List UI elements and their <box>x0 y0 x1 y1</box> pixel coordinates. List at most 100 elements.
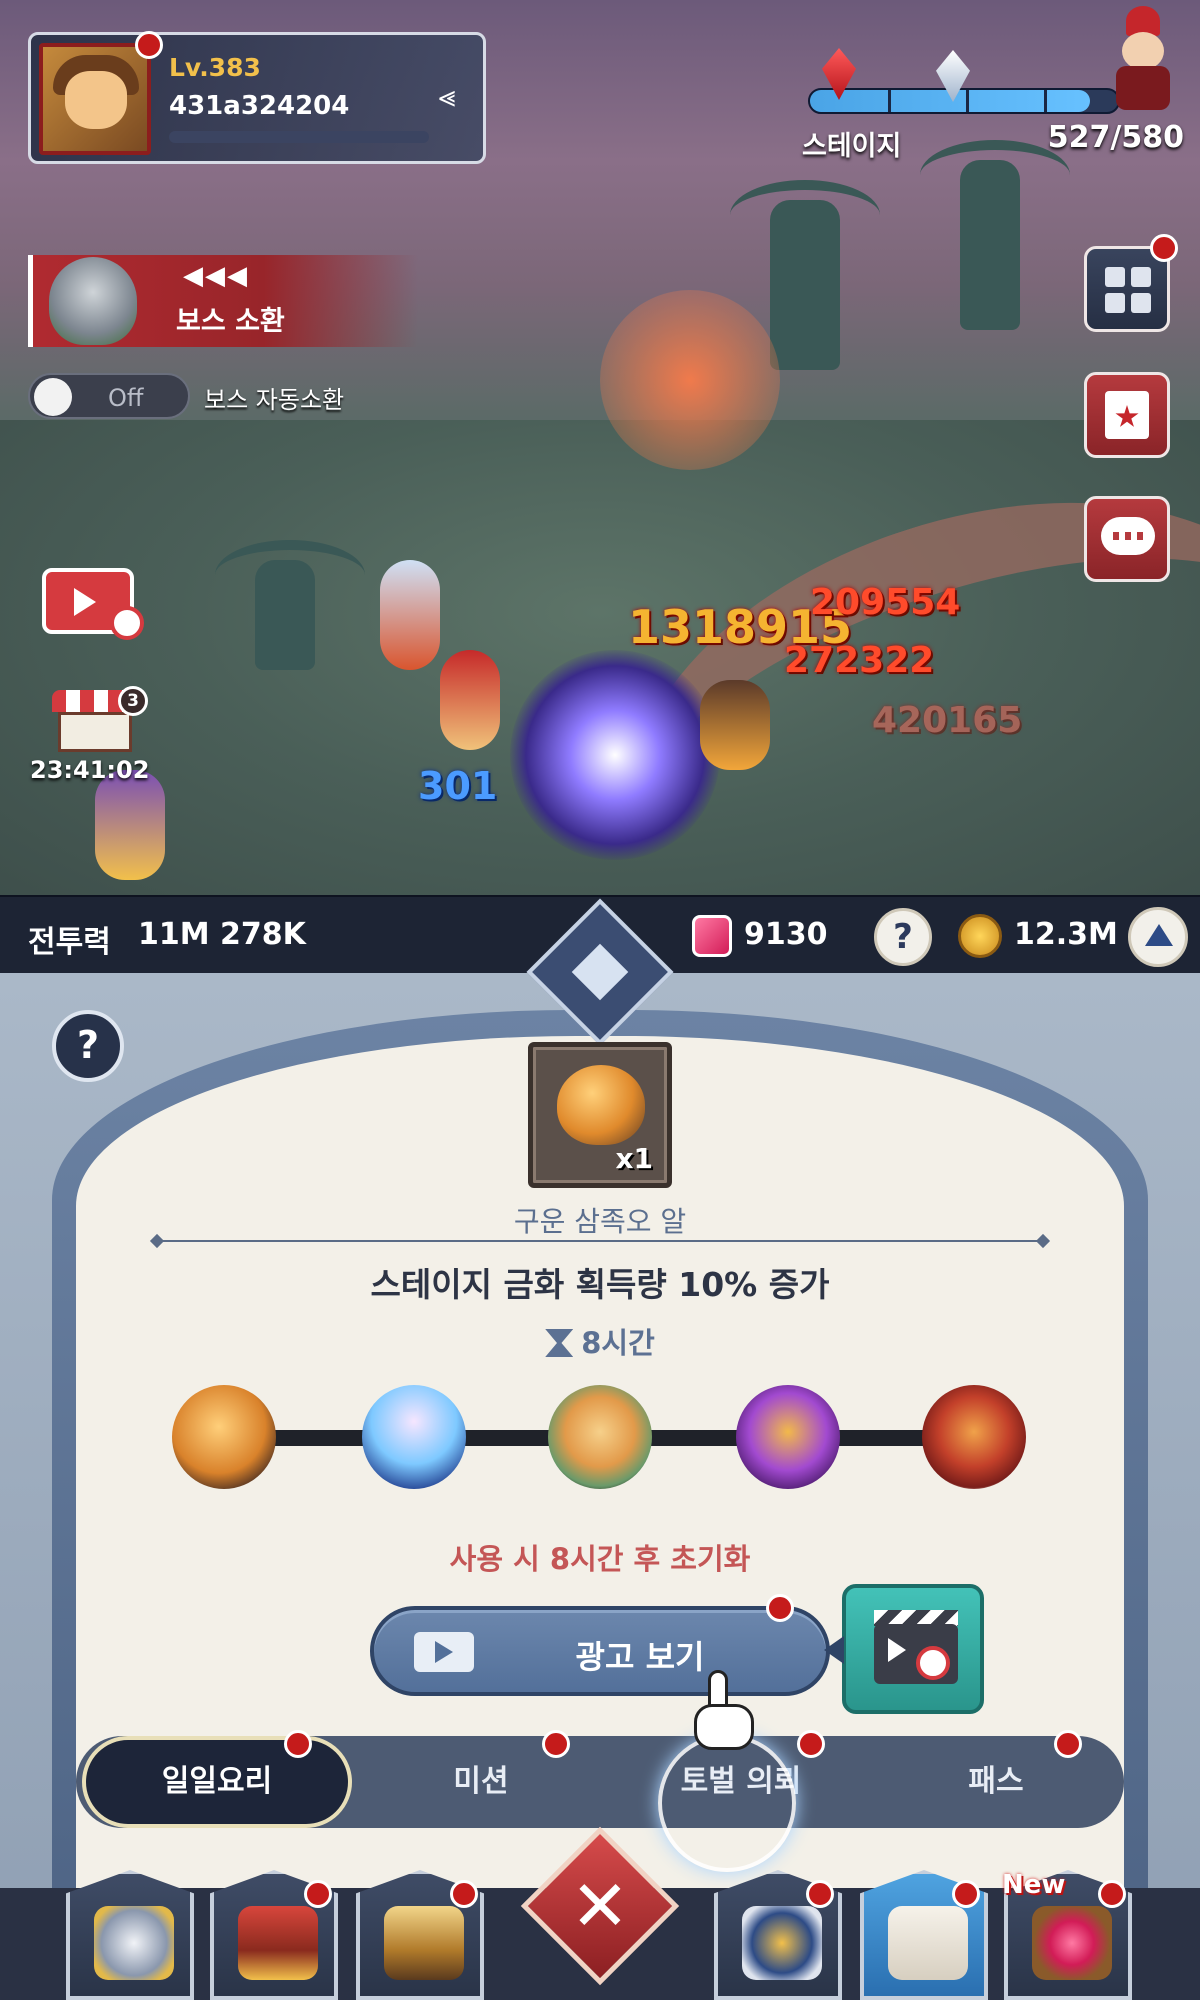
roasted-egg-icon[interactable] <box>172 1385 276 1489</box>
close-icon: ✕ <box>570 1865 630 1947</box>
chat-dots <box>1113 532 1143 540</box>
gold-count: 12.3M <box>1014 917 1118 952</box>
dead-tree <box>730 180 880 370</box>
grid-square <box>1105 293 1125 313</box>
roasted-egg-icon <box>557 1065 645 1145</box>
enemy-character <box>700 680 770 770</box>
gem-icon <box>692 915 732 957</box>
soup-icon[interactable] <box>548 1385 652 1489</box>
duration-text: 8시간 <box>581 1326 655 1360</box>
pointing-hand-icon <box>688 1670 758 1760</box>
collapse-arrows-icon[interactable]: ⪡ <box>425 79 469 115</box>
dead-tree <box>920 140 1070 330</box>
notification-dot <box>1054 1730 1082 1758</box>
gem-count: 9130 <box>744 917 828 952</box>
notification-dot <box>304 1880 332 1908</box>
gold-coin-icon <box>958 914 1002 958</box>
play-icon <box>888 1638 906 1662</box>
boss-auto-summon-toggle[interactable]: Off <box>28 373 190 419</box>
stage-segment-divider <box>1044 90 1047 112</box>
panel-help-button[interactable]: ? <box>52 1010 124 1082</box>
combat-power-value: 11M 278K <box>138 917 306 952</box>
watch-ad-button[interactable]: 광고 보기 <box>370 1606 830 1696</box>
fire-burst-effect <box>600 290 780 470</box>
panel-tabs: 일일요리 미션 토벌 의뢰 패스 <box>76 1736 1124 1828</box>
grid-square <box>1105 267 1125 287</box>
dish-effect: 스테이지 금화 획득량 10% 증가 <box>370 1265 830 1304</box>
damage-number: 272322 <box>784 640 935 681</box>
gem-chest-icon <box>1032 1906 1112 1980</box>
ad-free-toggle-button[interactable] <box>42 568 144 640</box>
boss-skull-icon <box>49 257 137 345</box>
damage-number: 209554 <box>810 582 961 623</box>
tab-daily-cooking[interactable]: 일일요리 <box>82 1736 352 1828</box>
quest-scroll-icon <box>888 1906 968 1980</box>
boss-summon-button[interactable]: ◀◀◀ 보스 소환 <box>28 255 418 347</box>
treasure-chest-icon <box>238 1906 318 1980</box>
boss-auto-summon-label: 보스 자동소환 <box>204 386 345 414</box>
selected-dish-slot[interactable]: x1 <box>528 1042 672 1188</box>
dark-slash-effect <box>510 650 720 860</box>
boss-avatar-icon <box>1112 6 1174 110</box>
shaved-ice-icon[interactable] <box>362 1385 466 1489</box>
toggle-knob <box>34 378 72 416</box>
stage-segment-divider <box>888 90 891 112</box>
play-icon <box>74 588 96 616</box>
shop-building-icon <box>58 712 132 752</box>
dish-quantity: x1 <box>615 1142 653 1175</box>
notification-dot <box>135 31 163 59</box>
grid-square <box>1131 293 1151 313</box>
boss-summon-label: 보스 소환 <box>176 306 285 337</box>
armor-icon <box>94 1906 174 1980</box>
hourglass-icon <box>545 1329 574 1357</box>
stage-progress-text: 527/580 <box>1047 120 1184 155</box>
notification-dot <box>952 1880 980 1908</box>
spellbook-icon <box>384 1906 464 1980</box>
avatar[interactable] <box>39 43 151 155</box>
combat-power-label: 전투력 <box>28 925 111 960</box>
help-button[interactable]: ? <box>874 908 932 966</box>
new-badge: New <box>1002 1870 1066 1900</box>
notification-dot <box>542 1730 570 1758</box>
meat-dish-icon[interactable] <box>922 1385 1026 1489</box>
notification-dot <box>284 1730 312 1758</box>
play-video-icon <box>414 1632 474 1672</box>
nav-equipment-button[interactable] <box>66 1870 194 2000</box>
player-level: Lv.383 <box>169 53 261 82</box>
xp-bar <box>169 131 429 143</box>
expand-panel-button[interactable] <box>1128 907 1188 967</box>
section-divider <box>156 1240 1044 1242</box>
hero-character <box>440 650 500 750</box>
dish-duration: 8시간 <box>0 1320 1200 1362</box>
shop-count-badge: 3 <box>118 686 148 716</box>
dead-tree <box>215 540 365 670</box>
boss-arrows-icon: ◀◀◀ <box>183 261 249 291</box>
player-id: 431a324204 <box>169 91 350 121</box>
clapperboard-icon <box>874 1624 958 1684</box>
no-ads-icon <box>916 1646 950 1680</box>
guild-crest-icon <box>742 1906 822 1980</box>
notification-dot <box>797 1730 825 1758</box>
stage-progress-bar <box>808 88 1120 114</box>
event-calendar-button[interactable] <box>1084 372 1170 458</box>
stage-segment-divider <box>966 90 969 112</box>
toggle-state: Off <box>108 384 144 412</box>
hero-character <box>380 560 440 670</box>
shop-timer: 23:41:02 <box>30 756 150 784</box>
stage-label: 스테이지 <box>802 131 902 162</box>
notification-dot <box>806 1880 834 1908</box>
grid-square <box>1131 267 1151 287</box>
notification-dot <box>766 1594 794 1622</box>
profile-card[interactable]: Lv.383 431a324204 ⪡ <box>28 31 486 164</box>
ad-pass-button[interactable] <box>824 1584 984 1714</box>
notification-dot <box>450 1880 478 1908</box>
avatar-face <box>65 71 127 129</box>
no-ads-icon <box>110 606 144 640</box>
notification-dot <box>1098 1880 1126 1908</box>
damage-number: 420165 <box>872 700 1023 741</box>
damage-number: 301 <box>418 764 498 808</box>
hero-character <box>95 770 165 880</box>
notification-dot <box>1150 234 1178 262</box>
cake-icon[interactable] <box>736 1385 840 1489</box>
chat-button[interactable] <box>1084 496 1170 582</box>
